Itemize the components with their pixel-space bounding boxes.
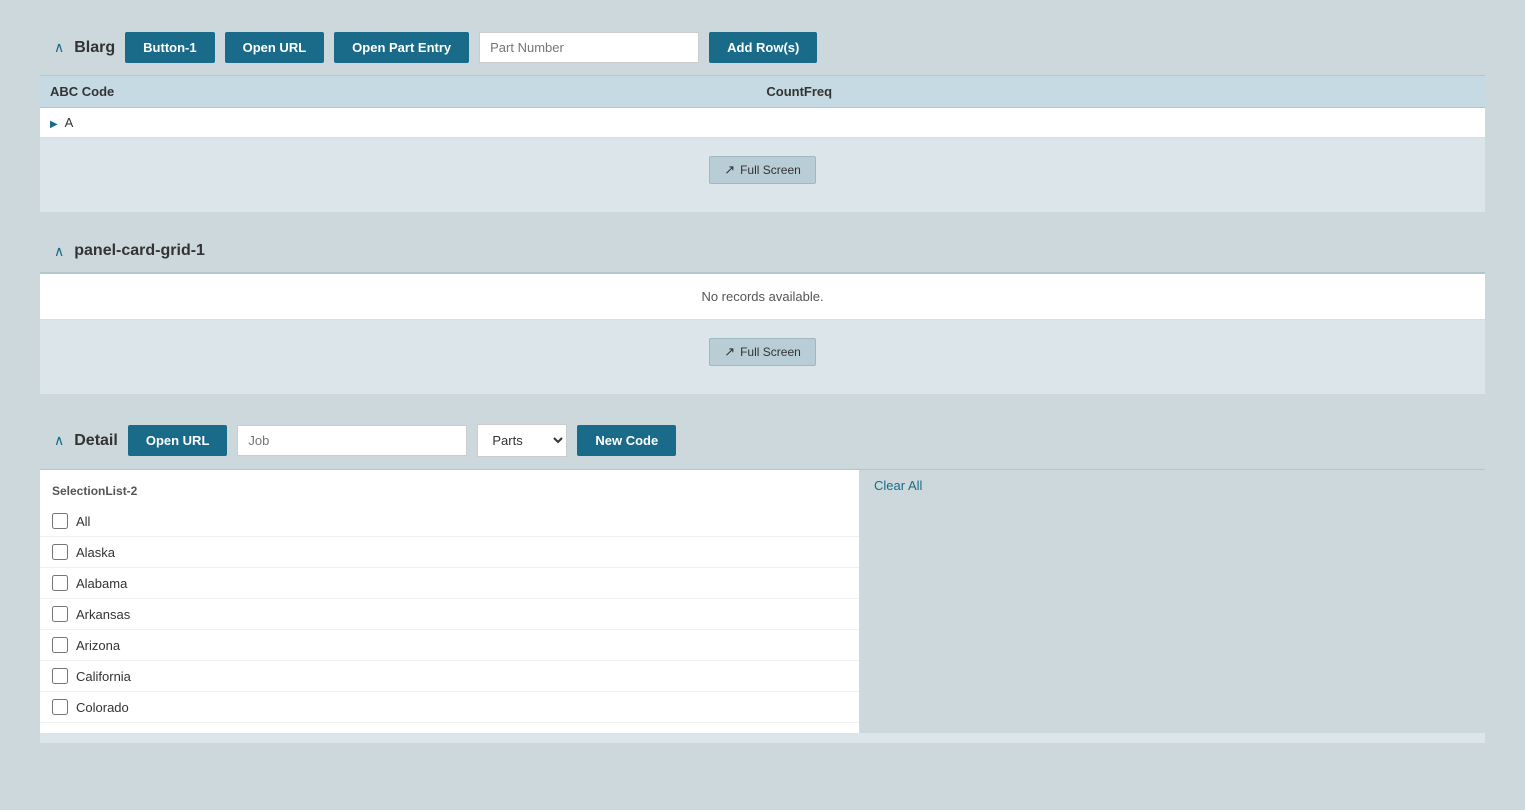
list-item[interactable]: California [40,661,859,692]
list-item[interactable]: Arkansas [40,599,859,630]
detail-panel-body: SelectionList-2 All Alaska Alabama Arkansas… [40,469,1485,743]
panel-card-grid-fullscreen-btn[interactable]: ↗ Full Screen [709,338,816,366]
detail-title: Detail [74,432,118,450]
panel-card-grid-title: panel-card-grid-1 [74,242,205,260]
job-input[interactable] [237,425,467,456]
panel-card-grid-body: No records available. ↗ Full Screen [40,272,1485,394]
blarg-fullscreen-area: ↗ Full Screen [40,138,1485,202]
list-item-checkbox[interactable] [52,699,68,715]
list-item-label: Alabama [76,576,127,591]
list-item[interactable]: Colorado [40,692,859,723]
list-item-label: Alaska [76,545,115,560]
list-item[interactable]: Alaska [40,537,859,568]
list-item[interactable]: Alabama [40,568,859,599]
add-rows-btn[interactable]: Add Row(s) [709,32,817,63]
panel-card-grid-header: ∧ panel-card-grid-1 [40,230,1485,272]
blarg-col-abc-code: ABC Code [40,76,756,108]
selection-list-container: SelectionList-2 All Alaska Alabama Arkansas… [40,470,1485,733]
panel-card-grid-collapse-icon[interactable]: ∧ [54,243,64,260]
table-row: ▶ A [40,108,1485,138]
selection-list-label: SelectionList-2 [40,480,859,506]
fullscreen-icon-blarg: ↗ [724,162,735,178]
fullscreen-icon-grid: ↗ [724,344,735,360]
list-item[interactable]: Arizona [40,630,859,661]
list-item[interactable]: All [40,506,859,537]
list-item-checkbox[interactable] [52,637,68,653]
blarg-table: ABC Code CountFreq ▶ A [40,76,1485,138]
blarg-title: Blarg [74,39,115,57]
button-1-btn[interactable]: Button-1 [125,32,214,63]
blarg-panel-header: ∧ Blarg Button-1 Open URL Open Part Entr… [40,20,1485,75]
panel-card-grid-1: ∧ panel-card-grid-1 No records available… [40,230,1485,394]
list-item-checkbox[interactable] [52,668,68,684]
blarg-fullscreen-btn[interactable]: ↗ Full Screen [709,156,816,184]
selection-list-right: Clear All [860,470,1485,733]
row-arrow-icon: ▶ [50,119,58,130]
no-records-message: No records available. [40,274,1485,320]
blarg-panel: ∧ Blarg Button-1 Open URL Open Part Entr… [40,20,1485,212]
clear-all-link[interactable]: Clear All [874,478,922,493]
detail-collapse-icon[interactable]: ∧ [54,432,64,449]
parts-dropdown[interactable]: Parts Labor Misc [477,424,567,457]
open-url-btn-detail[interactable]: Open URL [128,425,228,456]
new-code-btn[interactable]: New Code [577,425,676,456]
detail-panel-header: ∧ Detail Open URL Parts Labor Misc New C… [40,412,1485,469]
list-item-checkbox[interactable] [52,544,68,560]
blarg-panel-body: ABC Code CountFreq ▶ A [40,75,1485,212]
list-item-checkbox[interactable] [52,606,68,622]
detail-panel: ∧ Detail Open URL Parts Labor Misc New C… [40,412,1485,743]
count-freq-cell [756,108,1485,138]
list-item-label: Arizona [76,638,120,653]
list-item-label: Arkansas [76,607,130,622]
abc-code-cell: ▶ A [40,108,756,138]
part-number-input[interactable] [479,32,699,63]
list-item-checkbox[interactable] [52,575,68,591]
selection-list-left: SelectionList-2 All Alaska Alabama Arkansas… [40,470,860,733]
list-item-label: California [76,669,131,684]
list-item-checkbox[interactable] [52,513,68,529]
list-item-label: All [76,514,90,529]
list-item-label: Colorado [76,700,129,715]
blarg-fullscreen-label: Full Screen [740,163,801,177]
panel-card-grid-fullscreen-label: Full Screen [740,345,801,359]
open-part-entry-btn[interactable]: Open Part Entry [334,32,469,63]
panel-card-grid-fullscreen-area: ↗ Full Screen [40,320,1485,384]
blarg-collapse-icon[interactable]: ∧ [54,39,64,56]
checkbox-items-container: All Alaska Alabama Arkansas Arizona Californi… [40,506,859,723]
open-url-btn-blarg[interactable]: Open URL [225,32,325,63]
blarg-col-countfreq: CountFreq [756,76,1485,108]
blarg-grid: ABC Code CountFreq ▶ A [40,76,1485,138]
